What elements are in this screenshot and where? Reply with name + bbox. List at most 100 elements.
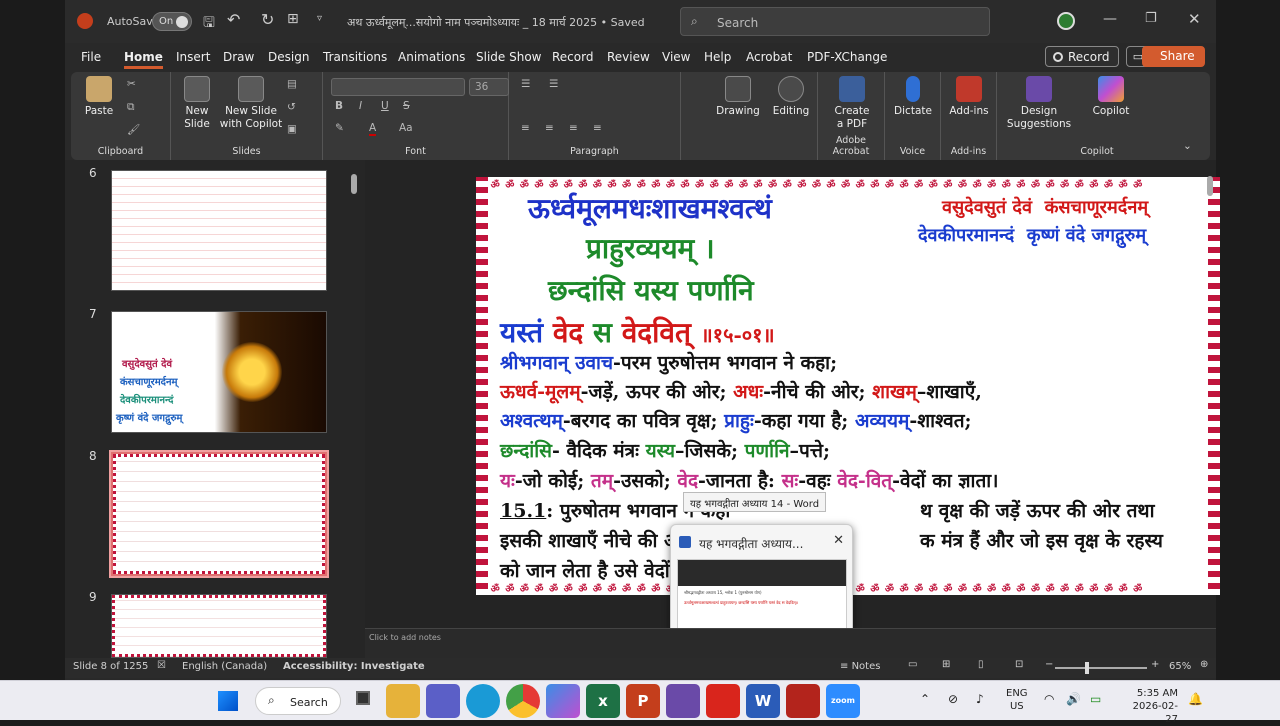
design-suggestions-button[interactable]: Design Suggestions (1003, 76, 1075, 131)
dictate-button[interactable]: Dictate (889, 76, 937, 118)
notes-pane[interactable]: Click to add notes (365, 628, 1216, 658)
share-button[interactable]: Share (1142, 46, 1205, 67)
excel-icon[interactable]: x (586, 684, 620, 718)
accessibility-status[interactable]: Accessibility: Investigate (283, 661, 425, 672)
fit-to-window-icon[interactable]: ⊕ (1200, 659, 1208, 670)
tray-icon-2[interactable]: ♪ (976, 692, 984, 706)
edge-icon[interactable] (466, 684, 500, 718)
slideshow-icon[interactable]: ⊡ (1015, 659, 1023, 670)
snipping-tool-icon[interactable] (666, 684, 700, 718)
undo-icon[interactable]: ↶ (227, 10, 240, 29)
close-icon[interactable]: ✕ (1188, 10, 1201, 28)
present-icon[interactable]: ⊞ (287, 11, 299, 27)
numbering-icon[interactable]: ☰ (549, 78, 558, 90)
teams-icon[interactable] (426, 684, 460, 718)
copilot-app-icon[interactable] (546, 684, 580, 718)
task-view-icon[interactable] (356, 691, 370, 705)
customize-qat-icon[interactable]: ▿ (317, 13, 322, 24)
zoom-app-icon[interactable]: zoom (826, 684, 860, 718)
clock[interactable]: 5:35 AM 2026-02-27 (1124, 687, 1178, 726)
record-button[interactable]: Record (1045, 46, 1119, 67)
new-slide-button[interactable]: New Slide (177, 76, 217, 131)
justify-icon[interactable]: ≡ (593, 122, 602, 134)
tab-transitions[interactable]: Transitions (323, 50, 387, 64)
file-explorer-icon[interactable] (386, 684, 420, 718)
thumbnail-slide-9[interactable] (111, 594, 327, 658)
tab-review[interactable]: Review (607, 50, 650, 64)
notes-button[interactable]: ≡ Notes (840, 661, 880, 672)
thumbnail-slide-7[interactable]: वसुदेवसुतं देवं कंसचाणूरमर्दनम् देवकीपरम… (111, 311, 327, 433)
tab-pdf-xchange[interactable]: PDF-XChange (807, 50, 887, 64)
addins-button[interactable]: Add-ins (945, 76, 993, 118)
layout-icon[interactable]: ▤ (287, 78, 297, 90)
acrobat-reader-icon[interactable] (706, 684, 740, 718)
align-right-icon[interactable]: ≡ (569, 122, 578, 134)
font-size-dropdown[interactable]: 36 (469, 78, 509, 96)
zoom-level[interactable]: 65% (1169, 661, 1191, 672)
pdf-icon[interactable] (786, 684, 820, 718)
new-slide-copilot-button[interactable]: New Slide with Copilot (219, 76, 283, 131)
font-color-icon[interactable]: A (369, 122, 377, 136)
minimize-icon[interactable]: — (1103, 11, 1117, 27)
tab-view[interactable]: View (662, 50, 690, 64)
slide-thumbnails-pane[interactable]: 6 7 वसुदेवसुतं देवं कंसचाणूरमर्दनम् देवक… (65, 160, 365, 658)
account-avatar[interactable] (1057, 12, 1075, 30)
tray-icon-1[interactable]: ⊘ (948, 692, 958, 706)
preview-close-icon[interactable]: ✕ (833, 533, 844, 548)
bold-icon[interactable]: B (335, 100, 343, 112)
document-title[interactable]: अथ ऊर्ध्वमूलम्...सयोगो नाम पञ्चमोऽध्यायः… (347, 15, 645, 30)
wifi-icon[interactable]: ◠ (1044, 692, 1054, 706)
copy-icon[interactable]: ⧉ (127, 101, 135, 114)
bullets-icon[interactable]: ☰ (521, 78, 530, 90)
tab-design[interactable]: Design (268, 50, 309, 64)
highlight-icon[interactable]: ✎ (335, 122, 344, 134)
volume-icon[interactable]: 🔊 (1066, 692, 1081, 706)
tab-help[interactable]: Help (704, 50, 731, 64)
word-taskbar-icon[interactable]: W (746, 684, 780, 718)
notification-icon[interactable]: 🔔 (1188, 692, 1203, 706)
copilot-button[interactable]: Copilot (1083, 76, 1139, 118)
search-box[interactable]: ⌕ Search (680, 7, 990, 36)
redo-icon[interactable]: ↻ (261, 10, 274, 29)
zoom-slider[interactable] (1055, 662, 1147, 674)
editing-button[interactable]: Editing (767, 76, 815, 118)
font-name-dropdown[interactable] (331, 78, 465, 96)
thumbnails-scrollbar[interactable] (351, 174, 357, 194)
create-pdf-button[interactable]: Create a PDF (824, 76, 880, 131)
change-case-icon[interactable]: Aa (399, 122, 413, 134)
canvas-scrollbar[interactable] (1207, 176, 1213, 196)
chrome-icon[interactable] (506, 684, 540, 718)
thumbnail-slide-8-selected[interactable] (109, 450, 329, 578)
spellcheck-icon[interactable]: ☒ (157, 660, 166, 671)
cut-icon[interactable]: ✂ (127, 78, 136, 90)
tab-acrobat[interactable]: Acrobat (746, 50, 792, 64)
reading-view-icon[interactable]: ▯ (978, 659, 984, 670)
zoom-out-icon[interactable]: − (1045, 659, 1053, 670)
language-status[interactable]: English (Canada) (182, 661, 267, 672)
tab-animations[interactable]: Animations (398, 50, 465, 64)
normal-view-icon[interactable]: ▭ (908, 659, 917, 670)
tab-slide-show[interactable]: Slide Show (476, 50, 541, 64)
autosave-toggle[interactable]: On (152, 12, 192, 31)
save-icon[interactable]: 🖫 (203, 12, 215, 36)
format-painter-icon[interactable]: 🖌 (127, 123, 140, 136)
italic-icon[interactable]: I (359, 100, 362, 112)
start-icon[interactable] (218, 691, 238, 711)
paste-button[interactable]: Paste (79, 76, 119, 118)
underline-icon[interactable]: U (381, 100, 389, 112)
battery-icon[interactable]: ▭ (1090, 692, 1101, 706)
restore-icon[interactable]: ❐ (1145, 11, 1157, 26)
slide-editing-area[interactable]: ॐ ॐ ॐ ॐ ॐ ॐ ॐ ॐ ॐ ॐ ॐ ॐ ॐ ॐ ॐ ॐ ॐ ॐ ॐ ॐ … (365, 160, 1220, 662)
section-icon[interactable]: ▣ (287, 123, 297, 135)
language-indicator[interactable]: ENG US (1006, 687, 1028, 713)
align-left-icon[interactable]: ≡ (521, 122, 530, 134)
show-hidden-icons[interactable]: ⌃ (920, 692, 930, 706)
powerpoint-taskbar-icon[interactable]: P (626, 684, 660, 718)
align-center-icon[interactable]: ≡ (545, 122, 554, 134)
slide-sorter-icon[interactable]: ⊞ (942, 659, 950, 670)
tab-insert[interactable]: Insert (176, 50, 210, 64)
zoom-in-icon[interactable]: + (1151, 659, 1159, 670)
thumbnail-slide-6[interactable] (111, 170, 327, 291)
drawing-button[interactable]: Drawing (713, 76, 763, 118)
strikethrough-icon[interactable]: S (403, 100, 410, 112)
